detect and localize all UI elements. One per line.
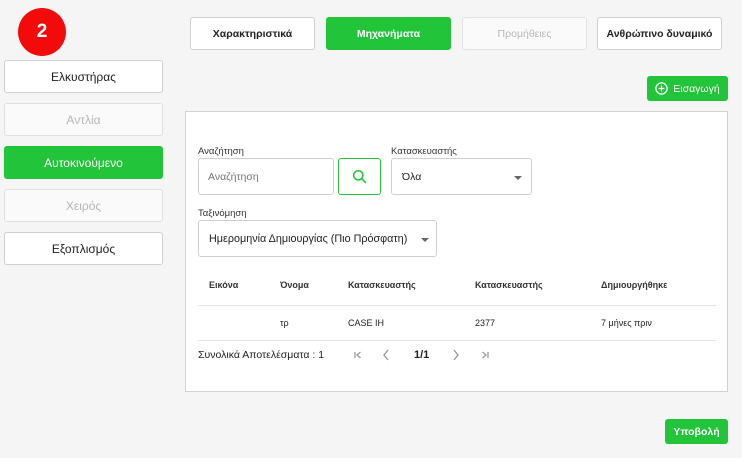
tab-supplies[interactable]: Προμήθειες <box>462 17 587 50</box>
header-divider <box>198 305 716 306</box>
sidebar-item-tractor[interactable]: Ελκυστήρας <box>4 60 163 93</box>
last-page-icon[interactable] <box>480 350 490 360</box>
cell-name: τρ <box>280 318 289 328</box>
tab-characteristics[interactable]: Χαρακτηριστικά <box>190 17 315 50</box>
previous-page-icon[interactable] <box>381 348 391 362</box>
cell-created: 7 μήνες πριν <box>601 318 652 328</box>
sort-label: Ταξινόμηση <box>198 208 247 219</box>
manufacturer-filter-label: Κατασκευαστής <box>391 146 457 157</box>
step-badge: 2 <box>18 8 66 56</box>
page-indicator: 1/1 <box>414 349 430 361</box>
sidebar-item-equipment[interactable]: Εξοπλισμός <box>4 232 163 265</box>
submit-button[interactable]: Υποβολή <box>665 419 728 444</box>
column-header-name: Όνομα <box>280 280 309 290</box>
sort-select-value: Ημερομηνία Δημιουργίας (Πιο Πρόσφατη) <box>209 232 408 245</box>
tab-human-resources[interactable]: Ανθρώπινο δυναμικό <box>597 17 722 50</box>
cell-manufacturer: CASE IH <box>348 318 385 328</box>
total-results: Συνολικά Αποτελέσματα : 1 <box>198 349 325 361</box>
insert-button-label: Εισαγωγή <box>673 82 720 95</box>
sort-select[interactable]: Ημερομηνία Δημιουργίας (Πιο Πρόσφατη) <box>198 220 437 257</box>
plus-circle-icon <box>655 82 669 95</box>
first-page-icon[interactable] <box>353 350 363 360</box>
search-label: Αναζήτηση <box>198 146 244 157</box>
insert-button[interactable]: Εισαγωγή <box>647 76 728 101</box>
sidebar-item-manual[interactable]: Χειρός <box>4 189 163 222</box>
column-header-manufacturer-2: Κατασκευαστής <box>475 280 543 290</box>
column-header-created: Δημιουργήθηκε <box>601 280 668 290</box>
search-button[interactable] <box>338 158 381 195</box>
sidebar-item-pump[interactable]: Αντλία <box>4 103 163 136</box>
chevron-down-icon <box>514 176 522 180</box>
row-divider <box>198 340 716 341</box>
sidebar-item-self-propelled[interactable]: Αυτοκινούμενο <box>4 146 163 179</box>
manufacturer-select[interactable]: Όλα <box>391 158 532 195</box>
next-page-icon[interactable] <box>451 348 461 362</box>
column-header-image: Εικόνα <box>209 280 239 290</box>
column-header-manufacturer: Κατασκευαστής <box>348 280 416 290</box>
cell-manufacturer-2: 2377 <box>475 318 496 328</box>
tab-machinery[interactable]: Μηχανήματα <box>326 17 451 50</box>
search-input[interactable] <box>198 158 334 195</box>
manufacturer-select-value: Όλα <box>402 170 422 183</box>
machinery-panel: Αναζήτηση Κατασκευαστής Όλα Ταξινόμηση Η… <box>185 111 728 392</box>
chevron-down-icon <box>421 238 429 242</box>
search-icon <box>352 169 367 184</box>
